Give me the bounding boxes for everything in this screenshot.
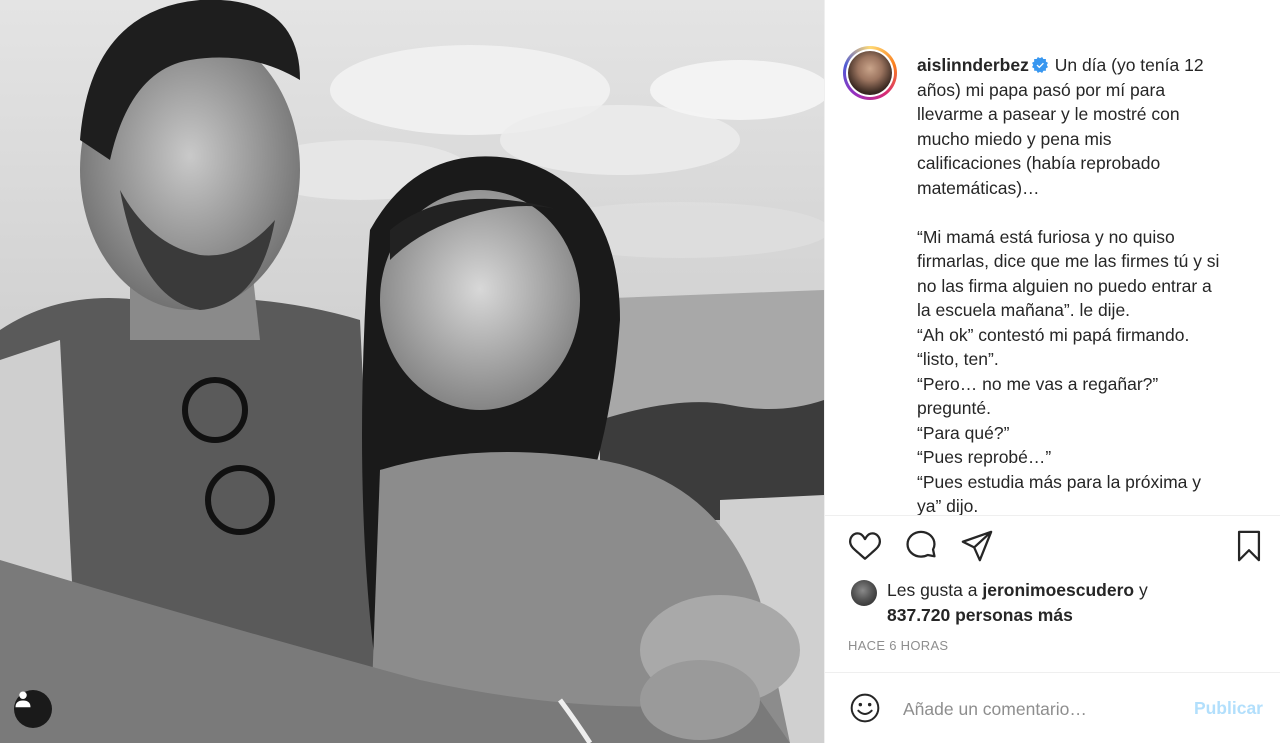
caption-line: la escuela mañana”. le dije.: [917, 300, 1131, 320]
caption-line: llevarme a pasear y le mostré con: [917, 104, 1180, 124]
post-photo[interactable]: [0, 0, 824, 743]
caption-line: Un día (yo tenía 12: [1049, 55, 1204, 75]
tagged-users-button[interactable]: [14, 690, 52, 728]
post-actions-bar: [847, 528, 1267, 568]
liker-avatar[interactable]: [851, 580, 877, 606]
divider: [825, 672, 1280, 673]
verified-badge-icon: [1031, 57, 1048, 73]
caption-line: firmarlas, dice que me las firmes tú y s…: [917, 251, 1220, 271]
caption-first-line: aislinnderbez Un día (yo tenía 12: [917, 53, 1257, 78]
caption-line: matemáticas)…: [917, 177, 1040, 198]
caption-line: “Pero… no me vas a regañar?”: [917, 373, 1159, 394]
caption-line: “Pues reprobé…”: [917, 447, 1052, 467]
caption-line: calificaciones (había reprobado: [917, 153, 1161, 173]
smiley-icon: [850, 693, 880, 723]
caption-line: ya” dijo.: [917, 496, 979, 515]
post-detail-panel: aislinnderbez Un día (yo tenía 12 años) …: [824, 0, 1280, 743]
caption-line: “Para qué?”: [917, 422, 1010, 443]
heart-icon: [848, 532, 882, 561]
author-avatar[interactable]: [843, 46, 897, 100]
share-button[interactable]: [959, 528, 995, 564]
user-icon: [15, 691, 31, 708]
caption-line: “listo, ten”.: [917, 349, 999, 369]
divider: [825, 515, 1280, 516]
comment-icon: [906, 530, 936, 558]
caption-line: años) mi papa pasó por mí para: [917, 79, 1166, 100]
caption-line: no las firma alguien no puedo entrar a: [917, 275, 1212, 296]
likes-text: Les gusta a jeronimoescudero y 837.720 p…: [887, 578, 1267, 628]
caption-line: mucho miedo y pena mis: [917, 128, 1112, 149]
comment-form: Publicar: [825, 690, 1280, 730]
liker-username[interactable]: jeronimoescudero: [982, 580, 1134, 600]
comment-button[interactable]: [903, 528, 939, 564]
paper-plane-icon: [961, 530, 993, 562]
like-button[interactable]: [847, 528, 883, 564]
likes-count[interactable]: 837.720 personas más: [887, 605, 1073, 625]
likes-prefix: Les gusta a: [887, 580, 983, 600]
author-username[interactable]: aislinnderbez: [917, 55, 1029, 75]
caption-area: aislinnderbez Un día (yo tenía 12 años) …: [825, 18, 1280, 515]
photo-illustration: [0, 0, 824, 743]
caption-line: “Mi mamá está furiosa y no quiso: [917, 226, 1175, 247]
publish-button[interactable]: Publicar: [1194, 698, 1263, 719]
bookmark-icon: [1237, 530, 1261, 562]
emoji-button[interactable]: [847, 690, 883, 726]
caption-line: “Ah ok” contestó mi papá firmando.: [917, 324, 1190, 345]
post-caption: aislinnderbez Un día (yo tenía 12 años) …: [917, 53, 1257, 515]
post-timestamp[interactable]: HACE 6 HORAS: [848, 638, 948, 653]
save-button[interactable]: [1231, 528, 1267, 564]
caption-line: pregunté.: [917, 398, 991, 418]
caption-line: “Pues estudia más para la próxima y: [917, 471, 1202, 492]
comment-input[interactable]: [903, 694, 1183, 724]
likes-joiner: y: [1134, 580, 1148, 600]
